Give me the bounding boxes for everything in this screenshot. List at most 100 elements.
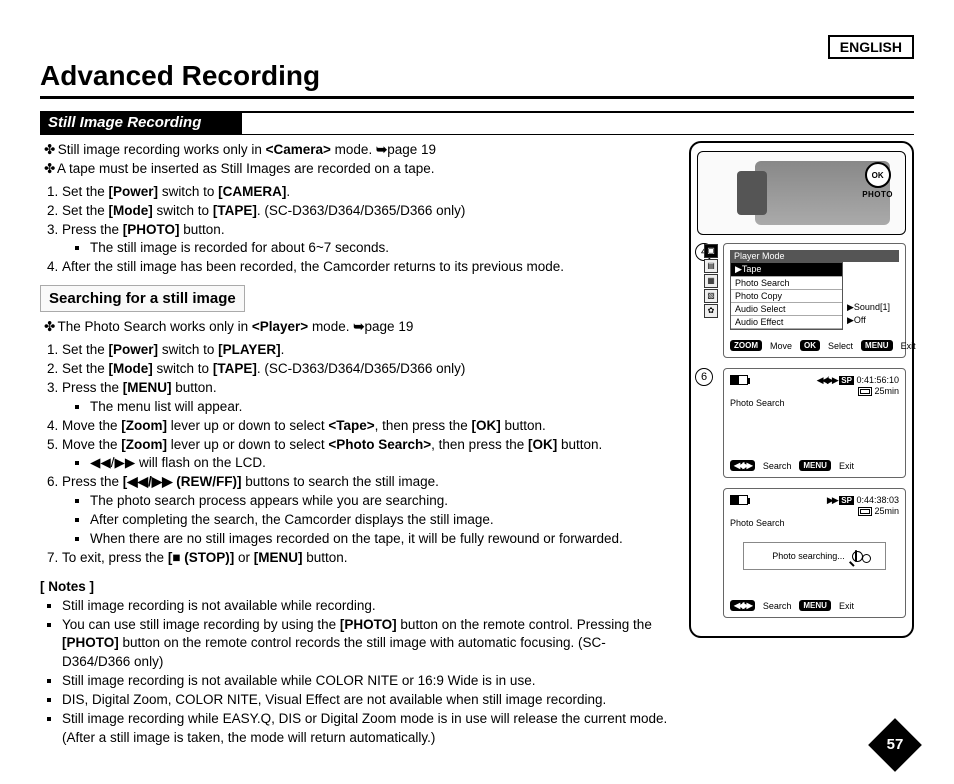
timecode-1: 0:41:56:10	[856, 375, 899, 385]
notes-head: [ Notes ]	[40, 578, 674, 597]
sp-badge: SP	[839, 376, 854, 385]
text-column: ✤ Still image recording works only in <C…	[40, 141, 674, 748]
rewff-pill: ◀◀/▶▶	[730, 460, 755, 471]
s5: Move the [Zoom] lever up or down to sele…	[62, 436, 674, 474]
step-3: Press the [PHOTO] button. The still imag…	[62, 221, 674, 259]
lead-line-2: ✤ A tape must be inserted as Still Image…	[44, 160, 674, 179]
osd1-label: Photo Search	[730, 398, 899, 408]
osd-panel-2: ▶▶ SP 0:44:38:03 25min Photo Search Phot…	[723, 488, 906, 618]
menu-pill-2: MENU	[799, 600, 831, 611]
page-badge: 57	[876, 726, 914, 764]
menu-item-2: Audio Select	[731, 303, 842, 316]
tape-icon	[858, 387, 872, 396]
tape-menu-icon: ▤	[704, 259, 718, 273]
menu-title: Player Mode	[730, 250, 899, 262]
searching-text: Photo searching...	[772, 551, 845, 561]
step-3-sub: The still image is recorded for about 6~…	[90, 239, 674, 258]
remain-1: 25min	[874, 386, 899, 396]
sub-heading: Searching for a still image	[40, 285, 245, 312]
sidebar: OK PHOTO 4 ▣ ▤ ▦ ▧ ✿ Player Mode ▶Tape P…	[689, 141, 914, 748]
s7: To exit, press the [■ (STOP)] or [MENU] …	[62, 549, 674, 568]
section-heading: Still Image Recording	[40, 111, 914, 135]
note-4: DIS, Digital Zoom, COLOR NITE, Visual Ef…	[62, 691, 674, 710]
note-2: You can use still image recording by usi…	[62, 616, 674, 673]
search-label-2: Search	[763, 601, 792, 611]
ok-icon: OK	[865, 162, 891, 188]
menu-item-3: Audio Effect	[731, 316, 842, 329]
panel-search-row: ▶▶ SP 0:44:38:03 25min Photo Search Phot…	[723, 488, 906, 618]
exit-label-1: Exit	[839, 461, 854, 471]
select-label: Select	[828, 341, 853, 351]
side-off: ▶Off	[847, 314, 899, 327]
s6-sub1: The photo search process appears while y…	[90, 492, 674, 511]
timecode-2: 0:44:38:03	[856, 495, 899, 505]
lead-line-1: ✤ Still image recording works only in <C…	[44, 141, 674, 160]
disp-icon: ▧	[704, 289, 718, 303]
side-sound: ▶Sound[1]	[847, 301, 899, 314]
menu-item-0: Photo Search	[731, 277, 842, 290]
step-1: Set the [Power] switch to [CAMERA].	[62, 183, 674, 202]
photo-label: PHOTO	[862, 190, 893, 199]
note-3: Still image recording is not available w…	[62, 672, 674, 691]
s6-sub3: When there are no still images recorded …	[90, 530, 674, 549]
panel-6-row: 6 ◀◀/▶▶ SP 0:41:56:10 25min Photo Search…	[723, 368, 906, 478]
menu-body: ▶Tape Photo Search Photo Copy Audio Sele…	[730, 262, 899, 330]
cam-icon: ▣	[704, 244, 718, 258]
sp-badge-2: SP	[839, 496, 854, 505]
rewff-pill-2: ◀◀/▶▶	[730, 600, 755, 611]
note-5: Still image recording while EASY.Q, DIS …	[62, 710, 674, 748]
step-4: After the still image has been recorded,…	[62, 258, 674, 277]
page-title: Advanced Recording	[40, 60, 914, 99]
s5-sub: ◀◀/▶▶ will flash on the LCD.	[90, 454, 674, 473]
menu-item-1: Photo Copy	[731, 290, 842, 303]
step-badge-6: 6	[695, 368, 713, 386]
note-1: Still image recording is not available w…	[62, 597, 674, 616]
main-steps: Set the [Power] switch to [CAMERA]. Set …	[40, 183, 674, 277]
page-number: 57	[876, 736, 914, 753]
illus-label: OK PHOTO	[862, 162, 893, 199]
search-steps: Set the [Power] switch to [PLAYER]. Set …	[40, 341, 674, 568]
camcorder-lens-icon	[737, 171, 767, 215]
battery-icon-2	[730, 495, 748, 505]
s3: Press the [MENU] button. The menu list w…	[62, 379, 674, 417]
gear-icon: ✿	[704, 304, 718, 318]
move-label: Move	[770, 341, 792, 351]
exit-label: Exit	[901, 341, 916, 351]
search-lead: ✤ The Photo Search works only in <Player…	[44, 318, 674, 337]
menu-bottom-bar: ZOOMMove OKSelect MENUExit	[730, 340, 899, 351]
battery-icon	[730, 375, 748, 385]
menu-pill-1: MENU	[799, 460, 831, 471]
menu-panel: ▣ ▤ ▦ ▧ ✿ Player Mode ▶Tape Photo Search…	[723, 243, 906, 358]
menu-list: ▶Tape Photo Search Photo Copy Audio Sele…	[730, 262, 843, 330]
side-frame: OK PHOTO 4 ▣ ▤ ▦ ▧ ✿ Player Mode ▶Tape P…	[689, 141, 914, 638]
s2: Set the [Mode] switch to [TAPE]. (SC-D36…	[62, 360, 674, 379]
exit-label-2: Exit	[839, 601, 854, 611]
magnifier-icon	[849, 551, 863, 565]
tape-icon-2	[858, 507, 872, 516]
step-2: Set the [Mode] switch to [TAPE]. (SC-D36…	[62, 202, 674, 221]
rewff-icon: ◀◀/▶▶	[817, 375, 837, 385]
s6: Press the [◀◀/▶▶ (REW/FF)] buttons to se…	[62, 473, 674, 549]
remain-2: 25min	[874, 506, 899, 516]
language-box: ENGLISH	[828, 35, 914, 59]
searching-box: Photo searching...	[743, 542, 887, 570]
zoom-pill: ZOOM	[730, 340, 762, 351]
ok-pill: OK	[800, 340, 820, 351]
menu-side-values: ▶Sound[1] ▶Off	[843, 262, 899, 330]
camcorder-illustration: OK PHOTO	[697, 151, 906, 235]
osd2-label: Photo Search	[730, 518, 899, 528]
menu-icon-column: ▣ ▤ ▦ ▧ ✿	[704, 244, 722, 319]
s6-sub2: After completing the search, the Camcord…	[90, 511, 674, 530]
notes-list: Still image recording is not available w…	[40, 597, 674, 748]
search-label-1: Search	[763, 461, 792, 471]
ff-icon: ▶▶	[827, 495, 837, 505]
menu-pill: MENU	[861, 340, 893, 351]
content-row: ✤ Still image recording works only in <C…	[40, 141, 914, 748]
panel-4-row: 4 ▣ ▤ ▦ ▧ ✿ Player Mode ▶Tape Photo Sear…	[723, 243, 906, 358]
menu-item-tape: ▶Tape	[731, 263, 842, 277]
osd-panel-1: ◀◀/▶▶ SP 0:41:56:10 25min Photo Search ◀…	[723, 368, 906, 478]
s3-sub: The menu list will appear.	[90, 398, 674, 417]
mem-icon: ▦	[704, 274, 718, 288]
s4: Move the [Zoom] lever up or down to sele…	[62, 417, 674, 436]
s1: Set the [Power] switch to [PLAYER].	[62, 341, 674, 360]
